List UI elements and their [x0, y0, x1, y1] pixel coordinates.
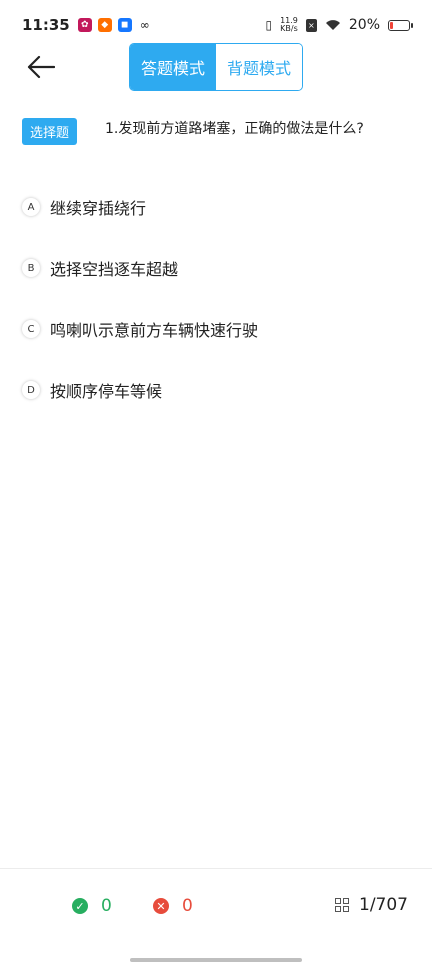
no-sim-icon: ×: [305, 18, 317, 32]
question: 选择题 1.发现前方道路堵塞，正确的做法是什么?: [22, 118, 412, 145]
battery-percent: 20%: [348, 17, 380, 33]
bottom-bar: ✓ 0 ✕ 0 1/707: [0, 868, 432, 944]
option-text: 选择空挡逐车超越: [50, 260, 179, 279]
tab-answer-mode[interactable]: 答题模式: [130, 44, 216, 90]
option-letter: D: [22, 381, 40, 399]
question-progress-button[interactable]: 1/707: [335, 895, 408, 915]
app-notification-icon: ✿: [77, 18, 92, 32]
option-letter: C: [22, 320, 40, 338]
option-text: 按顺序停车等候: [50, 382, 163, 401]
home-indicator[interactable]: [130, 958, 302, 962]
option-a[interactable]: A 继续穿插绕行: [22, 190, 412, 224]
back-button[interactable]: [24, 52, 58, 82]
options-list: A 继续穿插绕行 B 选择空挡逐车超越 C 鸣喇叭示意前方车辆快速行驶 D 按顺…: [22, 190, 412, 434]
battery-fill: [390, 21, 393, 29]
x-circle-icon: ✕: [153, 898, 169, 914]
wifi-icon: [325, 20, 340, 30]
question-progress: 1/707: [359, 895, 408, 915]
status-left: 11:35 ✿ ◆ ◼ ∞: [22, 16, 152, 34]
option-letter: A: [22, 198, 40, 216]
status-right: ▯ 11.9 KB/s × 20%: [265, 17, 413, 33]
grid-icon: [335, 898, 349, 912]
option-b[interactable]: B 选择空挡逐车超越: [22, 251, 412, 285]
tab-memorize-mode[interactable]: 背题模式: [216, 44, 302, 90]
question-type-badge: 选择题: [22, 118, 78, 145]
link-icon: ∞: [139, 18, 150, 32]
option-letter: B: [22, 259, 40, 277]
app-notification-icon: ◆: [97, 18, 112, 32]
app-notification-icon: ◼: [117, 18, 132, 32]
question-text: 1.发现前方道路堵塞，正确的做法是什么?: [105, 121, 364, 137]
vibrate-icon: ▯: [265, 18, 273, 32]
status-time: 11:35: [22, 16, 70, 34]
mode-toggle: 答题模式 背题模式: [129, 43, 303, 91]
battery-icon: [388, 19, 413, 31]
wrong-count-stat: ✕ 0: [153, 896, 193, 916]
header: 答题模式 背题模式: [0, 40, 432, 94]
net-speed: 11.9 KB/s: [280, 17, 298, 33]
option-c[interactable]: C 鸣喇叭示意前方车辆快速行驶: [22, 312, 412, 346]
correct-count: 0: [101, 896, 112, 916]
wrong-count: 0: [182, 896, 193, 916]
arrow-left-icon: [27, 55, 55, 79]
option-text: 继续穿插绕行: [50, 199, 147, 218]
correct-count-stat: ✓ 0: [72, 896, 112, 916]
option-d[interactable]: D 按顺序停车等候: [22, 373, 412, 407]
option-text: 鸣喇叭示意前方车辆快速行驶: [50, 321, 259, 340]
net-speed-unit: KB/s: [280, 24, 298, 33]
check-circle-icon: ✓: [72, 898, 88, 914]
